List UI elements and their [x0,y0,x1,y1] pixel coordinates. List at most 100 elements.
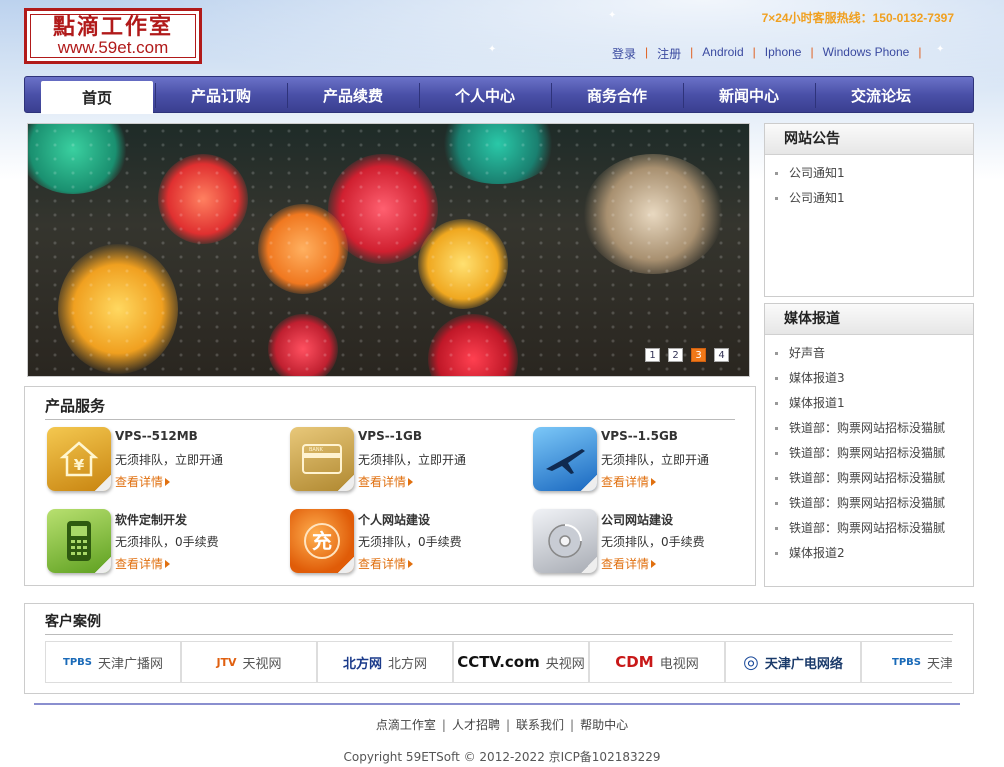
product-name[interactable]: 软件定制开发 [115,511,187,528]
main-nav: 首页 产品订购 产品续费 个人中心 商务合作 新闻中心 交流论坛 [24,76,974,114]
footer-divider [34,703,960,705]
site-logo[interactable]: 點滴工作室 www.59et.com [24,8,202,64]
case-logo-label: 天津广电网络 [764,656,843,672]
bullet-icon [775,427,778,430]
bullet-icon [775,172,778,175]
sparkle-icon: ✦ [936,44,945,55]
bullet-icon [775,477,778,480]
case-logo[interactable]: TPBS 天津广 [861,641,952,683]
banner-page-2[interactable]: 2 [668,348,683,362]
case-logo-label: 天津广播网 [97,656,163,672]
disc-icon[interactable] [533,509,597,573]
android-link[interactable]: Android [702,45,743,62]
windows-phone-link[interactable]: Windows Phone [823,45,910,62]
footer-link-contact[interactable]: 联系我们 [516,718,564,732]
media-item[interactable]: 铁道部：购票网站招标没猫腻 [775,466,973,491]
nav-item-business[interactable]: 商务合作 [551,77,683,114]
notice-item-label: 公司通知1 [789,191,845,205]
sparkle-icon: ✦ [608,10,617,21]
product-name[interactable]: 公司网站建设 [601,511,673,528]
recharge-icon[interactable]: 充 [290,509,354,573]
notice-title: 网站公告 [765,124,973,155]
footer-link-studio[interactable]: 点滴工作室 [376,718,436,732]
bullet-icon [775,552,778,555]
case-logo[interactable]: TPBS 天津广播网 [45,641,181,683]
banner-page-3[interactable]: 3 [691,348,706,362]
case-logo[interactable]: JTV 天视网 [181,641,317,683]
media-item-label: 媒体报道3 [789,371,845,385]
banner-page-1[interactable]: 1 [645,348,660,362]
nav-item-news[interactable]: 新闻中心 [683,77,815,114]
iphone-link[interactable]: Iphone [765,45,802,62]
footer-link-help[interactable]: 帮助中心 [580,718,628,732]
media-item-label: 媒体报道1 [789,396,845,410]
product-more-link[interactable]: 查看详情 [115,473,171,490]
nav-item-forum[interactable]: 交流论坛 [815,77,947,114]
media-item[interactable]: 铁道部：购票网站招标没猫腻 [775,491,973,516]
footer-link-jobs[interactable]: 人才招聘 [452,718,500,732]
media-item[interactable]: 好声音 [775,341,973,366]
media-title: 媒体报道 [765,304,973,335]
product-card: ¥ VPS--512MB 无须排队，立即开通 查看详情 [47,427,277,497]
nav-item-renew[interactable]: 产品续费 [287,77,419,114]
media-panel: 媒体报道 好声音 媒体报道3 媒体报道1 铁道部：购票网站招标没猫腻 铁道部：购… [764,303,974,587]
nav-item-personal[interactable]: 个人中心 [419,77,551,114]
svg-text:充: 充 [312,529,332,553]
top-links: 登录 | 注册 | Android | Iphone | Windows Phone | [612,45,930,62]
login-link[interactable]: 登录 [612,45,636,62]
mobile-phone-icon[interactable] [47,509,111,573]
product-more-link[interactable]: 查看详情 [358,555,414,572]
case-logo-label: 央视网 [545,656,585,672]
svg-text:BANK: BANK [309,447,324,453]
media-item[interactable]: 铁道部：购票网站招标没猫腻 [775,441,973,466]
product-name[interactable]: 个人网站建设 [358,511,430,528]
product-name[interactable]: VPS--512MB [115,429,198,443]
product-more-link[interactable]: 查看详情 [601,473,657,490]
media-item[interactable]: 铁道部：购票网站招标没猫腻 [775,416,973,441]
product-card: 公司网站建设 无须排队，0手续费 查看详情 [533,509,763,579]
bullet-icon [775,502,778,505]
product-more-link[interactable]: 查看详情 [115,555,171,572]
case-logo[interactable]: CDM 电视网 [589,641,725,683]
separator: | [645,45,649,59]
media-item[interactable]: 铁道部：购票网站招标没猫腻 [775,516,973,541]
media-item-label: 铁道部：购票网站招标没猫腻 [789,471,946,485]
case-logo[interactable]: CCTV.com 央视网 [453,641,589,683]
banner-slideshow[interactable]: 1 2 3 4 [27,123,750,377]
media-item-label: 铁道部：购票网站招标没猫腻 [789,446,946,460]
separator: | [441,718,446,732]
case-logo[interactable]: 北方网 北方网 [317,641,453,683]
more-label: 查看详情 [115,475,164,489]
case-logo[interactable]: ◎ 天津广电网络 [725,641,861,683]
media-item-label: 铁道部：购票网站招标没猫腻 [789,521,946,535]
media-item[interactable]: 媒体报道1 [775,391,973,416]
products-section: 产品服务 ¥ VPS--512MB 无须排队，立即开通 查看详情 BANK VP… [24,386,756,586]
media-item[interactable]: 媒体报道2 [775,541,973,566]
product-name[interactable]: VPS--1GB [358,429,422,443]
tpbs-logo-icon: TPBS [892,656,921,668]
customer-cases-section: 客户案例 TPBS 天津广播网 JTV 天视网 北方网 北方网 CCTV.com 央视网… [24,603,974,694]
bank-card-icon[interactable]: BANK [290,427,354,491]
nav-item-order[interactable]: 产品订购 [155,77,287,114]
product-more-link[interactable]: 查看详情 [358,473,414,490]
banner-page-4[interactable]: 4 [714,348,729,362]
register-link[interactable]: 注册 [657,45,681,62]
copyright: Copyright 59ETSoft © 2012-2022 京ICP备1021… [343,750,661,764]
notice-item[interactable]: 公司通知1 [775,186,973,211]
more-label: 查看详情 [601,557,650,571]
product-card: VPS--1.5GB 无须排队，立即开通 查看详情 [533,427,763,497]
airplane-icon[interactable] [533,427,597,491]
nav-item-home[interactable]: 首页 [41,81,153,114]
arrow-right-icon [408,560,414,568]
more-label: 查看详情 [115,557,164,571]
media-item-label: 好声音 [789,346,826,360]
case-logo-label: 北方网 [388,656,428,672]
house-yen-icon[interactable]: ¥ [47,427,111,491]
bullet-icon [775,402,778,405]
case-logo-label: 天津广 [926,656,952,672]
cases-title: 客户案例 [45,614,101,630]
notice-item[interactable]: 公司通知1 [775,161,973,186]
product-name[interactable]: VPS--1.5GB [601,429,678,443]
media-item[interactable]: 媒体报道3 [775,366,973,391]
product-more-link[interactable]: 查看详情 [601,555,657,572]
